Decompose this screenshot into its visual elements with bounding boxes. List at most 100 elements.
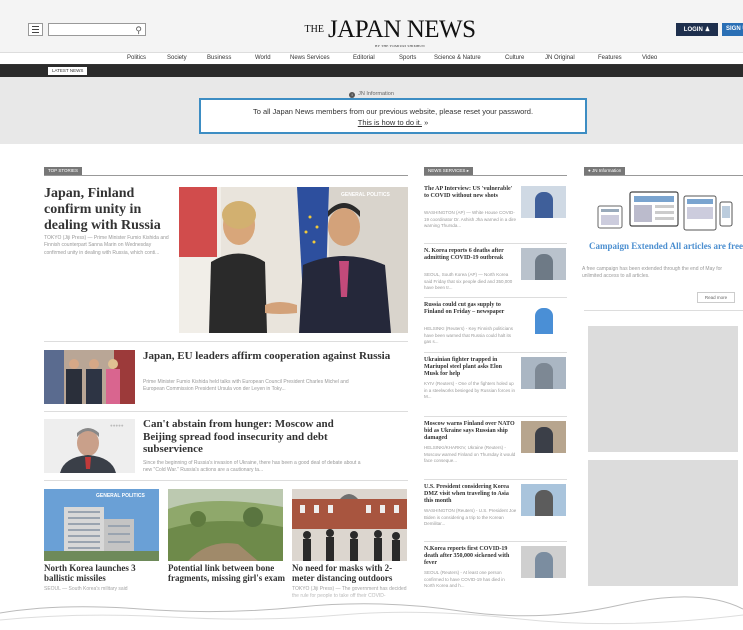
nav-item-business[interactable]: Business: [207, 55, 231, 61]
nav-item-news-services[interactable]: News Services: [290, 55, 330, 61]
search-input[interactable]: ⚲: [48, 23, 146, 36]
nav-item-society[interactable]: Society: [167, 55, 187, 61]
jn-information-rule: [584, 175, 743, 176]
story-headline[interactable]: North Korea launches 3 ballistic missile…: [44, 563, 162, 584]
story-headline[interactable]: No need for masks with 2-meter distancin…: [292, 563, 410, 584]
news-service-thumbnail[interactable]: [521, 248, 566, 280]
devices-illustration: [592, 188, 736, 236]
story-photo[interactable]: [168, 489, 283, 561]
notice-link-row: This is how to do it. »: [201, 118, 585, 127]
divider: [44, 411, 408, 412]
nav-item-sports[interactable]: Sports: [399, 55, 416, 61]
thumbnail-subject: [535, 192, 553, 218]
news-service-summary: HELSINKI (Reuters) - Key Finnish politic…: [424, 326, 514, 345]
story-headline[interactable]: Potential link between bone fragments, m…: [168, 563, 286, 584]
divider: [424, 243, 567, 244]
notice-heading: i JN Information: [0, 91, 743, 98]
info-icon: ●: [588, 168, 591, 173]
story-photo[interactable]: [44, 350, 135, 404]
nav-item-politics[interactable]: Politics: [127, 55, 146, 61]
campaign-banner[interactable]: [592, 188, 736, 236]
hamburger-menu-icon[interactable]: [28, 23, 43, 36]
ad-placeholder[interactable]: [588, 460, 738, 586]
ad-placeholder[interactable]: [588, 326, 738, 452]
news-service-headline[interactable]: Moscow warns Finland over NATO bid as Uk…: [424, 421, 517, 442]
news-service-summary: WASHINGTON (AP) — White House COVID-19 c…: [424, 210, 517, 229]
nav-item-editorial[interactable]: Editorial: [353, 55, 375, 61]
eu-leaders-image: [44, 350, 135, 404]
site-header: ⚲ THE JAPAN NEWS BY THE YOMIURI SHIMBUN …: [0, 0, 743, 52]
thumbnail-subject: [535, 427, 553, 453]
news-service-headline[interactable]: Russia could cut gas supply to Finland o…: [424, 302, 517, 316]
nav-item-science-nature[interactable]: Science & Nature: [434, 55, 481, 61]
divider: [424, 297, 567, 298]
read-more-button[interactable]: Read more: [697, 292, 735, 303]
divider: [584, 310, 743, 311]
divider: [424, 416, 567, 417]
site-logo[interactable]: THE JAPAN NEWS BY THE YOMIURI SHIMBUN: [300, 16, 480, 48]
top-stories-rule: [44, 175, 408, 176]
nav-item-jn-original[interactable]: JN Original: [545, 55, 575, 61]
story-photo[interactable]: ●●●●●: [44, 419, 135, 473]
chevron-right-icon: »: [424, 118, 429, 127]
nav-item-features[interactable]: Features: [598, 55, 622, 61]
logo-prefix: THE: [304, 24, 324, 35]
news-service-headline[interactable]: N. Korea reports 6 deaths after admittin…: [424, 248, 517, 262]
nav-item-world[interactable]: World: [255, 55, 271, 61]
user-icon: ♟: [704, 27, 711, 33]
news-services-label-text: NEWS SERVICES: [428, 168, 466, 173]
story-summary: SEOUL — South Korea's military said: [44, 586, 128, 592]
lead-photo[interactable]: GENERAL POLITICS: [179, 187, 408, 333]
story-summary: Since the beginning of Russia's invasion…: [143, 460, 361, 474]
news-services-rule: [424, 175, 567, 176]
jn-information-label-text: JN Information: [591, 168, 622, 173]
thumbnail-subject: [535, 308, 553, 334]
divider: [424, 541, 567, 542]
news-service-thumbnail[interactable]: [521, 357, 566, 389]
news-service-headline[interactable]: Ukrainian fighter trapped in Mariupol st…: [424, 357, 517, 378]
lead-headline[interactable]: Japan, Finland confirm unity in dealing …: [44, 186, 169, 234]
lead-photo-tag: GENERAL POLITICS: [341, 192, 390, 198]
divider: [424, 352, 567, 353]
news-service-thumbnail[interactable]: [521, 186, 566, 218]
campaign-title[interactable]: Campaign Extended All articles are free: [584, 241, 743, 252]
news-service-thumbnail[interactable]: [521, 421, 566, 453]
news-service-summary: WASHINGTON (Reuters) - U.S. President Jo…: [424, 508, 517, 527]
campaign-text: A free campaign has been extended throug…: [582, 266, 723, 279]
news-service-headline[interactable]: U.S. President considering Korea DMZ vis…: [424, 484, 517, 505]
latest-news-label[interactable]: LATEST NEWS: [48, 67, 88, 75]
photo-watermark: ●●●●●: [110, 423, 124, 428]
story-photo[interactable]: [292, 489, 407, 561]
nav-item-culture[interactable]: Culture: [505, 55, 524, 61]
lead-summary: TOKYO (Jiji Press) — Prime Minister Fumi…: [44, 235, 169, 256]
news-service-summary: KYIV (Reuters) - One of the fighters hol…: [424, 381, 516, 400]
story-headline[interactable]: Japan, EU leaders affirm cooperation aga…: [143, 350, 393, 363]
story-headline[interactable]: Can't abstain from hunger: Moscow and Be…: [143, 418, 363, 456]
login-button[interactable]: LOGIN ♟: [676, 23, 718, 36]
search-icon[interactable]: ⚲: [135, 25, 142, 35]
logo-tagline: BY THE YOMIURI SHIMBUN: [375, 44, 425, 48]
jn-information-label[interactable]: ● JN Information: [584, 167, 626, 175]
thumbnail-subject: [535, 552, 553, 578]
story-photo-tag: GENERAL POLITICS: [96, 493, 145, 499]
nav-item-video[interactable]: Video: [642, 55, 657, 61]
hillside-image: [168, 489, 283, 561]
story-photo[interactable]: GENERAL POLITICS: [44, 489, 159, 561]
news-service-thumbnail[interactable]: [521, 484, 566, 516]
news-service-thumbnail[interactable]: [521, 546, 566, 578]
login-label: LOGIN: [683, 26, 703, 33]
news-service-headline[interactable]: N.Korea reports first COVID-19 death aft…: [424, 546, 517, 567]
signup-button[interactable]: SIGN UP: [722, 23, 743, 36]
news-service-thumbnail[interactable]: [521, 302, 566, 334]
thumbnail-subject: [535, 490, 553, 516]
news-services-label[interactable]: NEWS SERVICES ▸: [424, 167, 473, 175]
top-stories-label[interactable]: TOP STORIES: [44, 167, 83, 175]
news-service-headline[interactable]: The AP Interview: US 'vulnerable' to COV…: [424, 186, 517, 200]
thumbnail-subject: [535, 363, 553, 389]
government-building-image: GENERAL POLITICS: [44, 489, 159, 561]
leaders-handshake-image: GENERAL POLITICS: [179, 187, 408, 333]
news-service-summary: SEOUL, South Korea (AP) — North Korea sa…: [424, 272, 513, 291]
reset-password-link[interactable]: This is how to do it.: [358, 118, 422, 127]
divider: [44, 341, 408, 342]
news-ticker: LATEST NEWS: [0, 65, 743, 77]
